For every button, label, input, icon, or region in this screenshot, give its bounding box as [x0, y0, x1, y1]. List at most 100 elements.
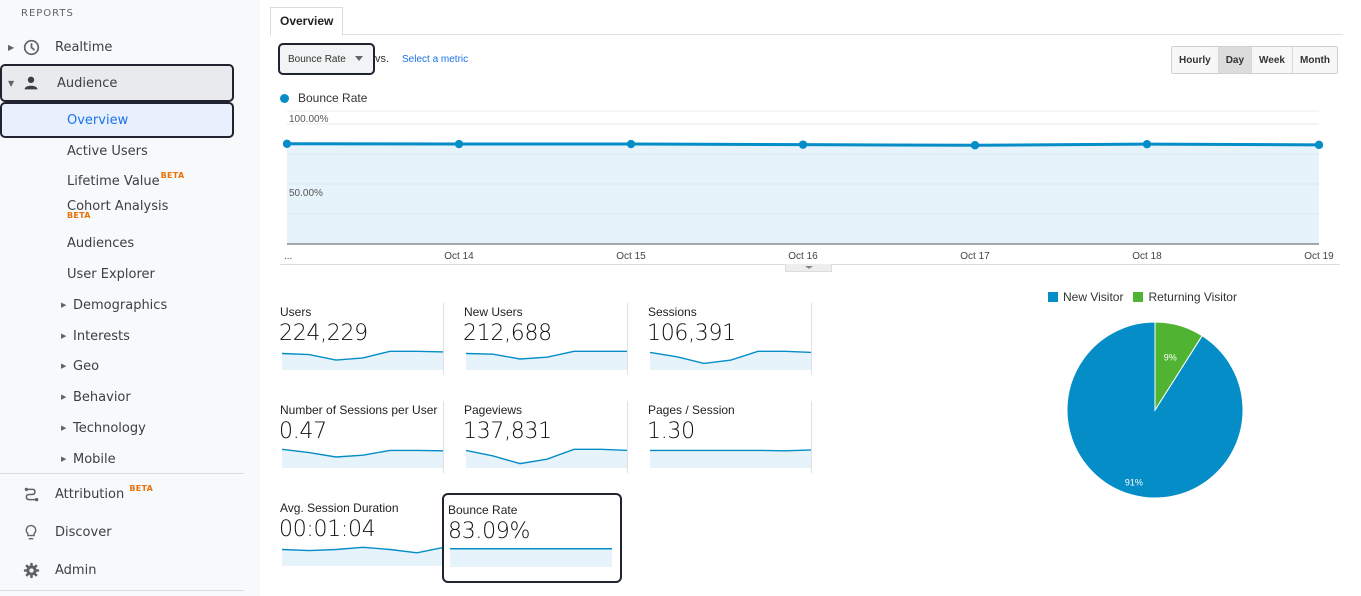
metric-tile-new-users[interactable]: New Users 212,688	[444, 295, 628, 375]
sidebar-item-user-explorer[interactable]: User Explorer	[0, 259, 234, 289]
data-point-6	[1314, 140, 1324, 150]
metric-value: 137,831	[463, 419, 552, 444]
sparkline	[466, 448, 628, 468]
visitor-type-pie-chart: 91% 9%	[1066, 321, 1244, 499]
hourly-button[interactable]: Hourly	[1172, 47, 1218, 73]
sidebar-item-label: Audience	[57, 75, 118, 91]
collapse-chart-handle[interactable]	[785, 264, 832, 272]
sidebar-divider	[0, 590, 244, 591]
metric-label: Bounce Rate	[448, 503, 518, 517]
metric-label: Sessions	[648, 305, 697, 319]
sidebar-item-overview[interactable]: Overview	[0, 102, 234, 138]
metric-value: 106,391	[647, 321, 736, 346]
legend-swatch-icon	[1048, 292, 1058, 302]
data-point-3	[798, 140, 808, 149]
sidebar-item-label: Interests	[73, 328, 130, 344]
tab-bar: Overview	[270, 0, 1343, 36]
caret-down-icon: ▼	[8, 78, 15, 88]
y-tick-label: 100.00%	[289, 114, 329, 125]
metric-tile-avg-session-duration[interactable]: Avg. Session Duration 00:01:04	[260, 491, 444, 571]
x-tick-label: Oct 16	[788, 251, 818, 262]
caret-right-icon: ▶	[61, 362, 67, 370]
metric-label: Pages / Session	[648, 403, 735, 417]
metric-value: 1.30	[647, 419, 695, 444]
x-tick-label: Oct 19	[1304, 251, 1334, 262]
sidebar-item-label: Technology	[73, 420, 146, 436]
sidebar-item-cohort-analysis[interactable]: Cohort Analysis BETA	[0, 192, 234, 222]
metric-tile-sessions[interactable]: Sessions 106,391	[628, 295, 812, 375]
sparkline	[450, 548, 612, 567]
sidebar-item-label: Discover	[55, 524, 112, 540]
sparkline	[282, 546, 444, 566]
sparkline	[282, 448, 444, 468]
month-button[interactable]: Month	[1292, 47, 1337, 73]
day-button[interactable]: Day	[1217, 47, 1252, 73]
pie-label: 91%	[1125, 478, 1143, 488]
pie-label: 9%	[1164, 353, 1177, 363]
legend-new-visitor[interactable]: New Visitor	[1048, 290, 1123, 304]
sidebar-item-interests[interactable]: ▶ Interests	[0, 321, 234, 351]
caret-right-icon: ▶	[61, 301, 67, 309]
metric-label: Users	[280, 305, 312, 319]
sidebar-item-label: User Explorer	[67, 266, 155, 282]
sidebar-item-attribution[interactable]: Attribution BETA	[0, 476, 234, 512]
legend-label: New Visitor	[1063, 290, 1124, 304]
sidebar-item-demographics[interactable]: ▶ Demographics	[0, 290, 234, 320]
sidebar-item-geo[interactable]: ▶ Geo	[0, 351, 234, 381]
metric-tile-pages-session[interactable]: Pages / Session 1.30	[628, 393, 812, 473]
clock-icon	[22, 38, 40, 56]
metric-tile-bounce-rate[interactable]: Bounce Rate 83.09%	[442, 493, 622, 583]
data-point-0	[282, 139, 292, 148]
tab-overview[interactable]: Overview	[270, 7, 344, 36]
sparkline	[466, 350, 628, 370]
metric-dropdown-value: Bounce Rate	[288, 53, 346, 65]
select-metric-link[interactable]: Select a metric	[402, 54, 468, 65]
sidebar-item-label: Overview	[67, 112, 129, 128]
sidebar-item-admin[interactable]: Admin	[0, 552, 234, 588]
sidebar-item-audiences[interactable]: Audiences	[0, 228, 234, 258]
sidebar-item-behavior[interactable]: ▶ Behavior	[0, 382, 234, 412]
sidebar: REPORTS ▶ Realtime ▼ Audience Overview A…	[0, 0, 260, 596]
legend-dot-icon	[280, 93, 289, 103]
sidebar-item-discover[interactable]: Discover	[0, 514, 234, 550]
sidebar-item-active-users[interactable]: Active Users	[0, 136, 234, 166]
chart-legend: Bounce Rate	[280, 91, 367, 105]
vs-label: vs.	[375, 53, 390, 65]
caret-right-icon: ▶	[61, 455, 67, 463]
chevron-down-icon	[355, 56, 363, 61]
tile-separator	[811, 303, 812, 375]
data-point-5	[1142, 139, 1152, 149]
sparkline-area	[450, 548, 612, 567]
legend-label: Bounce Rate	[298, 91, 368, 105]
tile-separator	[811, 401, 812, 473]
metric-label: New Users	[464, 305, 523, 319]
sidebar-item-label: Behavior	[73, 389, 131, 405]
sidebar-item-label: Geo	[73, 358, 100, 374]
reports-section-label: REPORTS	[21, 8, 74, 19]
metric-tile-number-of-sessions-per-user[interactable]: Number of Sessions per User 0.47	[260, 393, 444, 473]
sparkline-line	[650, 449, 812, 452]
sidebar-item-technology[interactable]: ▶ Technology	[0, 413, 234, 443]
metric-value: 83.09%	[448, 519, 531, 544]
x-tick-label: ...	[284, 251, 292, 262]
sidebar-item-realtime[interactable]: ▶ Realtime	[0, 29, 234, 65]
week-button[interactable]: Week	[1251, 47, 1292, 73]
x-tick-label: Oct 17	[960, 251, 990, 262]
data-point-2	[626, 139, 636, 149]
metric-label: Avg. Session Duration	[280, 501, 399, 515]
bounce-rate-line-chart: 100.00% 50.00%... Oct 14 Oct 15 Oct 16 Oct 17…	[282, 110, 1334, 262]
sidebar-item-mobile[interactable]: ▶ Mobile	[0, 444, 234, 474]
sidebar-item-audience[interactable]: ▼ Audience	[0, 64, 234, 102]
metric-tile-users[interactable]: Users 224,229	[260, 295, 444, 375]
lightbulb-icon	[22, 523, 40, 541]
sidebar-item-label: Lifetime ValueBETA	[67, 171, 184, 189]
metric-dropdown[interactable]: Bounce Rate	[278, 43, 375, 75]
label-text: Attribution	[55, 486, 125, 502]
sidebar-item-label: Active Users	[67, 143, 148, 159]
metric-tile-pageviews[interactable]: Pageviews 137,831	[444, 393, 628, 473]
metric-value: 00:01:04	[279, 517, 376, 542]
sidebar-item-label: Mobile	[73, 451, 116, 467]
caret-right-icon: ▶	[8, 42, 15, 52]
person-icon	[22, 74, 40, 92]
sparkline	[650, 449, 812, 468]
